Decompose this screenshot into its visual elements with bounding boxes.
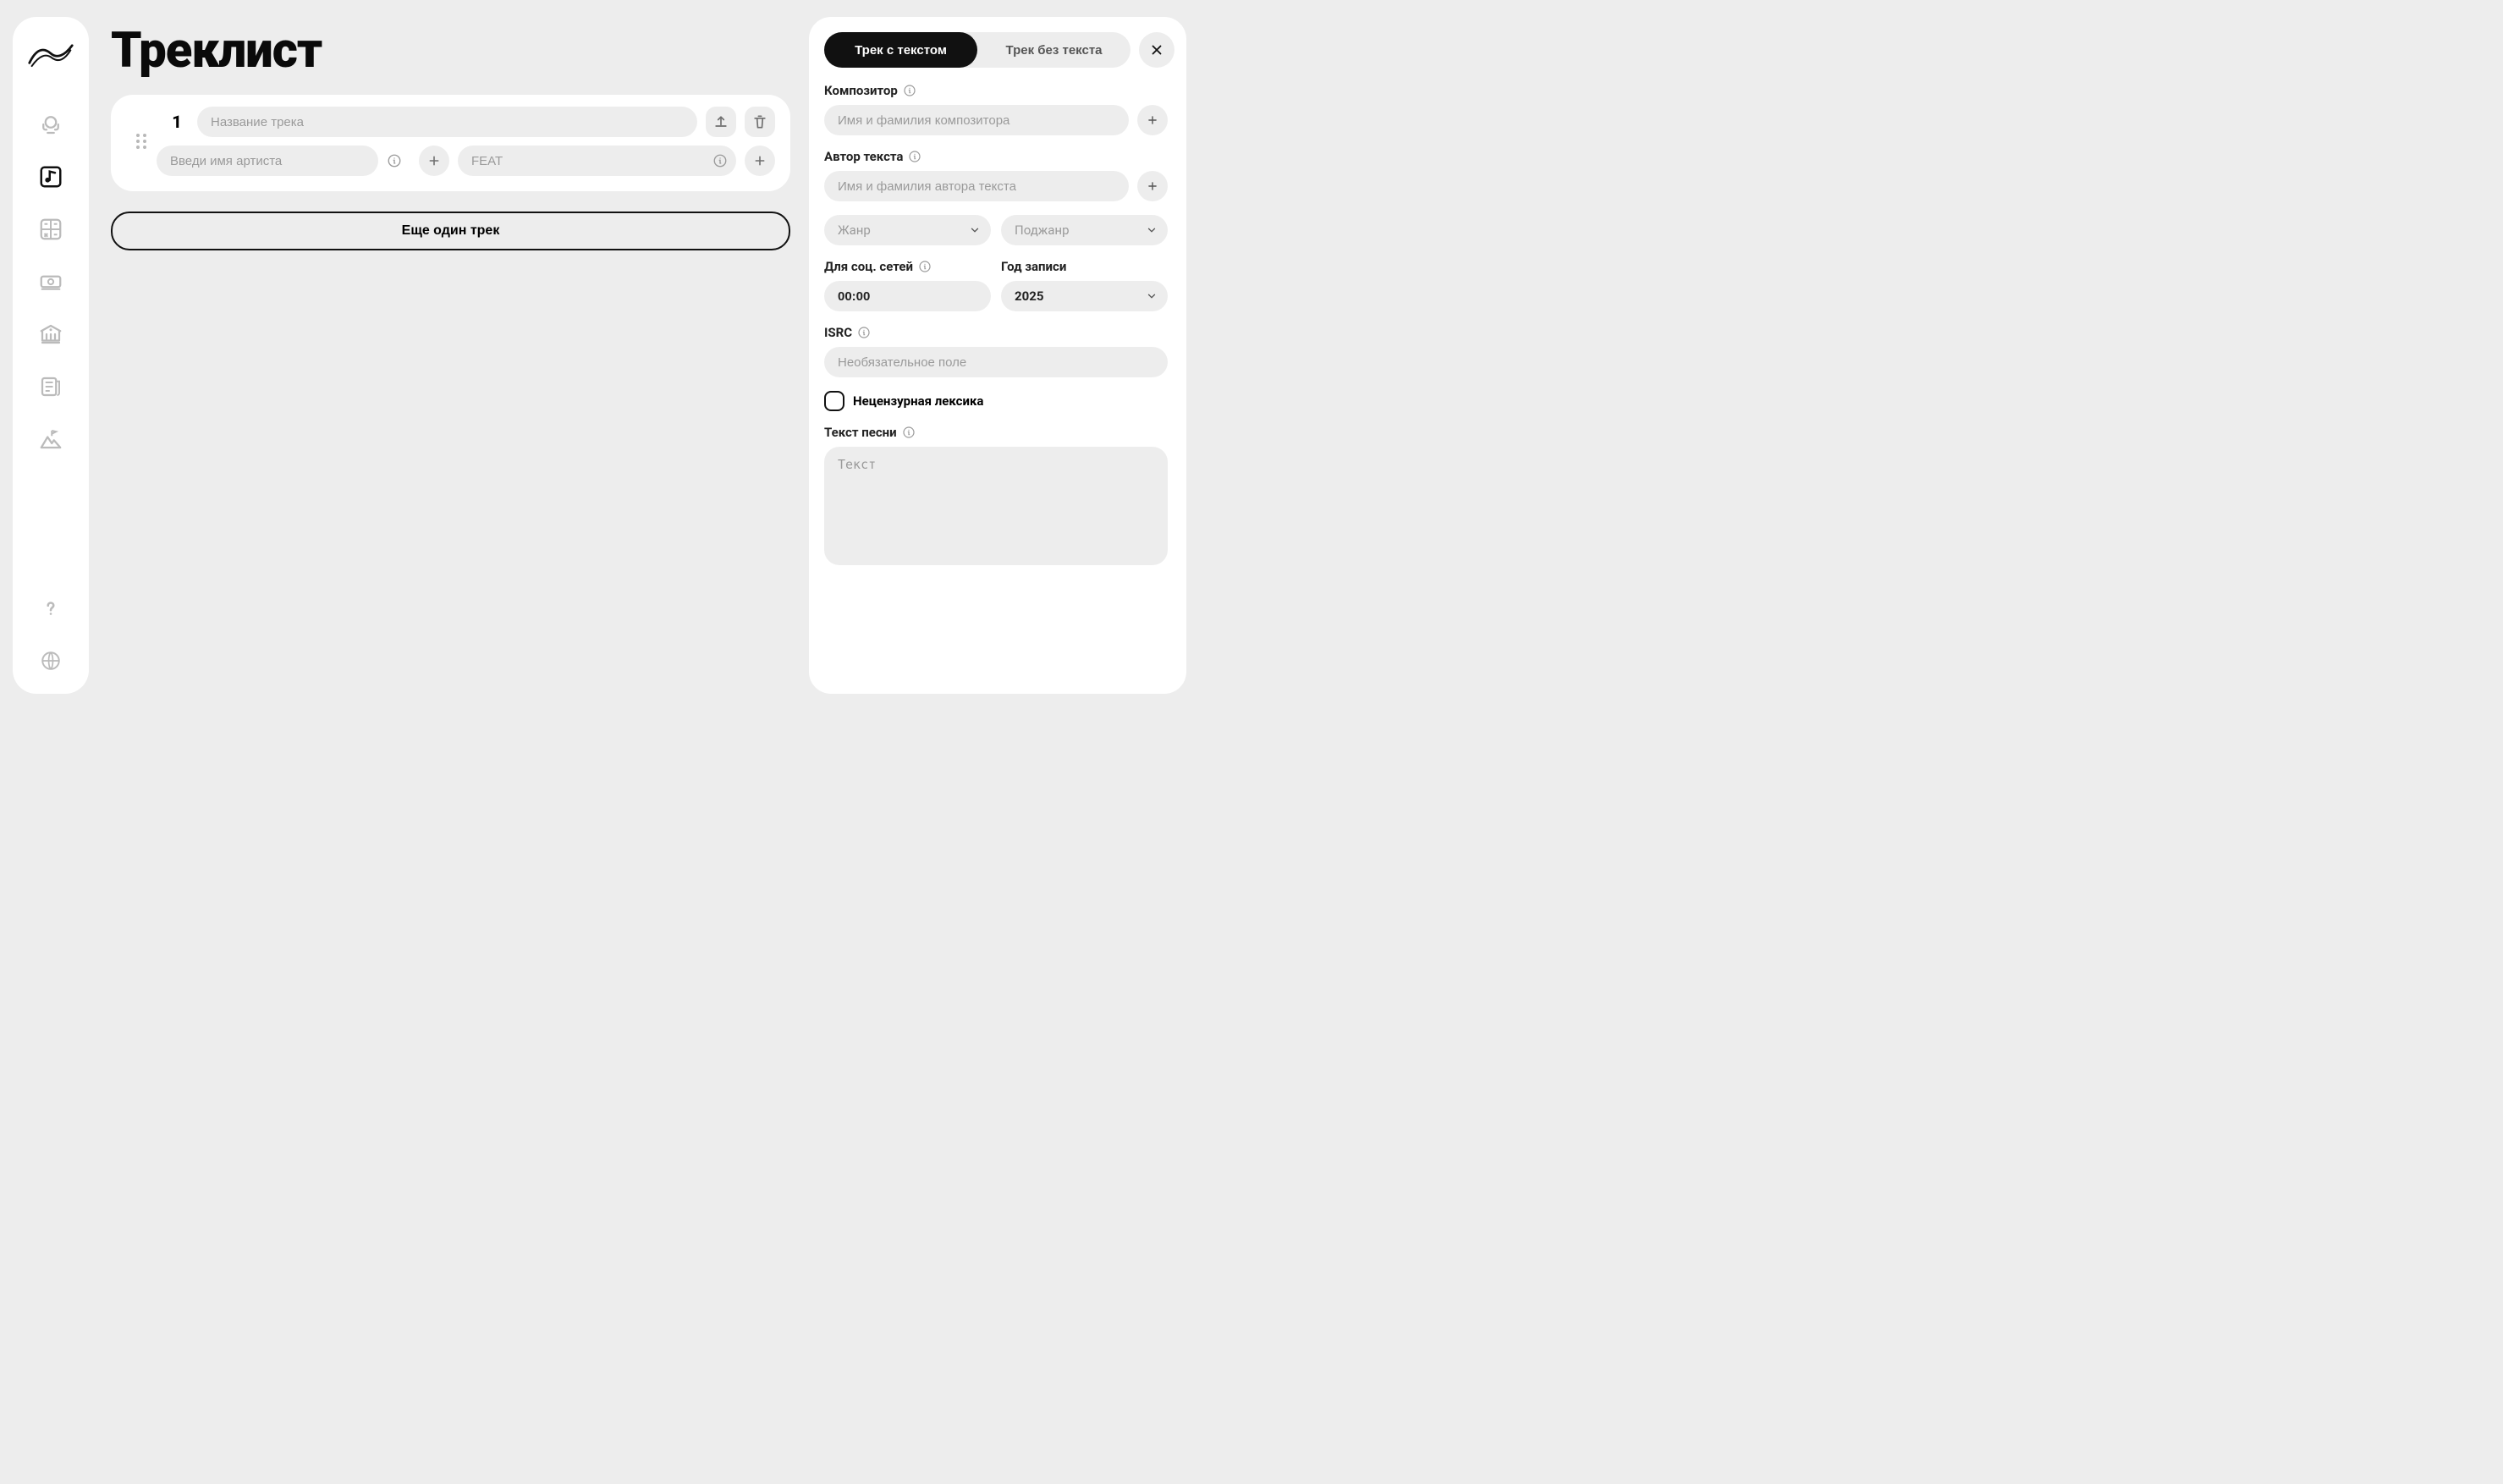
track-details-panel: Трек с текстом Трек без текста Композито…	[809, 17, 1186, 694]
explicit-checkbox[interactable]	[824, 391, 844, 411]
info-icon	[857, 326, 871, 339]
artist-input[interactable]	[157, 146, 378, 176]
isrc-info-icon[interactable]	[857, 326, 871, 339]
lyrics-info-icon[interactable]	[902, 426, 916, 439]
track-type-tabs: Трек с текстом Трек без текста	[824, 32, 1130, 68]
cash-icon	[38, 269, 63, 294]
nav-item-tracklist[interactable]	[36, 162, 65, 191]
globe-icon	[40, 650, 62, 672]
info-icon	[712, 153, 728, 168]
composer-input[interactable]	[824, 105, 1129, 135]
social-label: Для соц. сетей	[824, 259, 913, 274]
nav-item-news[interactable]	[36, 372, 65, 401]
info-icon	[387, 153, 402, 168]
close-panel-button[interactable]	[1139, 32, 1174, 68]
chevron-down-icon	[1146, 290, 1158, 302]
headset-icon	[38, 112, 63, 137]
social-info-icon[interactable]	[918, 260, 932, 273]
explicit-label: Нецензурная лексика	[853, 393, 983, 409]
nav-item-money[interactable]	[36, 267, 65, 296]
newspaper-icon	[38, 374, 63, 399]
info-icon	[908, 150, 921, 163]
isrc-label: ISRC	[824, 325, 852, 340]
nav-item-support[interactable]	[36, 110, 65, 139]
logo[interactable]	[27, 36, 74, 74]
year-label: Год записи	[1001, 259, 1066, 274]
main-content: Треклист 1	[99, 17, 799, 694]
info-icon	[903, 84, 916, 97]
add-track-button[interactable]: Еще один трек	[111, 212, 790, 250]
calculator-icon	[38, 217, 63, 242]
track-title-input[interactable]	[197, 107, 697, 137]
track-row: 1	[111, 95, 790, 191]
close-icon	[1149, 42, 1164, 58]
nav-item-goals[interactable]	[36, 425, 65, 453]
chevron-down-icon	[1146, 224, 1158, 236]
year-select[interactable]: 2025	[1001, 281, 1168, 311]
nav-item-globe[interactable]	[36, 646, 65, 675]
plus-icon	[1147, 180, 1158, 192]
plus-icon	[1147, 114, 1158, 126]
composer-info-icon[interactable]	[903, 84, 916, 97]
drag-icon	[135, 133, 147, 150]
trash-icon	[751, 113, 768, 130]
nav-item-bank[interactable]	[36, 320, 65, 349]
lyricist-input[interactable]	[824, 171, 1129, 201]
delete-button[interactable]	[745, 107, 775, 137]
upload-icon	[712, 113, 729, 130]
page-title: Треклист	[111, 22, 790, 80]
plus-icon	[427, 154, 441, 168]
tab-without-text[interactable]: Трек без текста	[977, 32, 1130, 68]
music-note-icon	[38, 164, 63, 190]
add-feat-button[interactable]	[745, 146, 775, 176]
nav-item-calculator[interactable]	[36, 215, 65, 244]
mountain-flag-icon	[38, 426, 63, 452]
plus-icon	[753, 154, 767, 168]
year-value: 2025	[1015, 289, 1043, 304]
upload-button[interactable]	[706, 107, 736, 137]
nav-item-help[interactable]	[36, 594, 65, 623]
lyricist-info-icon[interactable]	[908, 150, 921, 163]
genre-select[interactable]: Жанр	[824, 215, 991, 245]
social-time-input[interactable]	[824, 281, 991, 311]
question-icon	[40, 597, 62, 619]
lyricist-label: Автор текста	[824, 149, 903, 164]
feat-input[interactable]	[458, 146, 736, 176]
artist-info-icon[interactable]	[387, 153, 402, 168]
composer-label: Композитор	[824, 83, 898, 98]
subgenre-placeholder: Поджанр	[1015, 223, 1070, 238]
drag-handle[interactable]	[126, 107, 157, 176]
lyrics-label: Текст песни	[824, 425, 897, 440]
genre-placeholder: Жанр	[838, 223, 871, 238]
add-composer-button[interactable]	[1137, 105, 1168, 135]
track-number: 1	[157, 107, 197, 137]
tab-with-text[interactable]: Трек с текстом	[824, 32, 977, 68]
add-lyricist-button[interactable]	[1137, 171, 1168, 201]
bank-icon	[38, 322, 63, 347]
subgenre-select[interactable]: Поджанр	[1001, 215, 1168, 245]
feat-info-icon[interactable]	[712, 153, 728, 168]
isrc-input[interactable]	[824, 347, 1168, 377]
chevron-down-icon	[969, 224, 981, 236]
sidebar	[13, 17, 89, 694]
info-icon	[918, 260, 932, 273]
info-icon	[902, 426, 916, 439]
add-artist-button[interactable]	[419, 146, 449, 176]
lyrics-textarea[interactable]	[824, 447, 1168, 565]
logo-icon	[27, 38, 74, 72]
